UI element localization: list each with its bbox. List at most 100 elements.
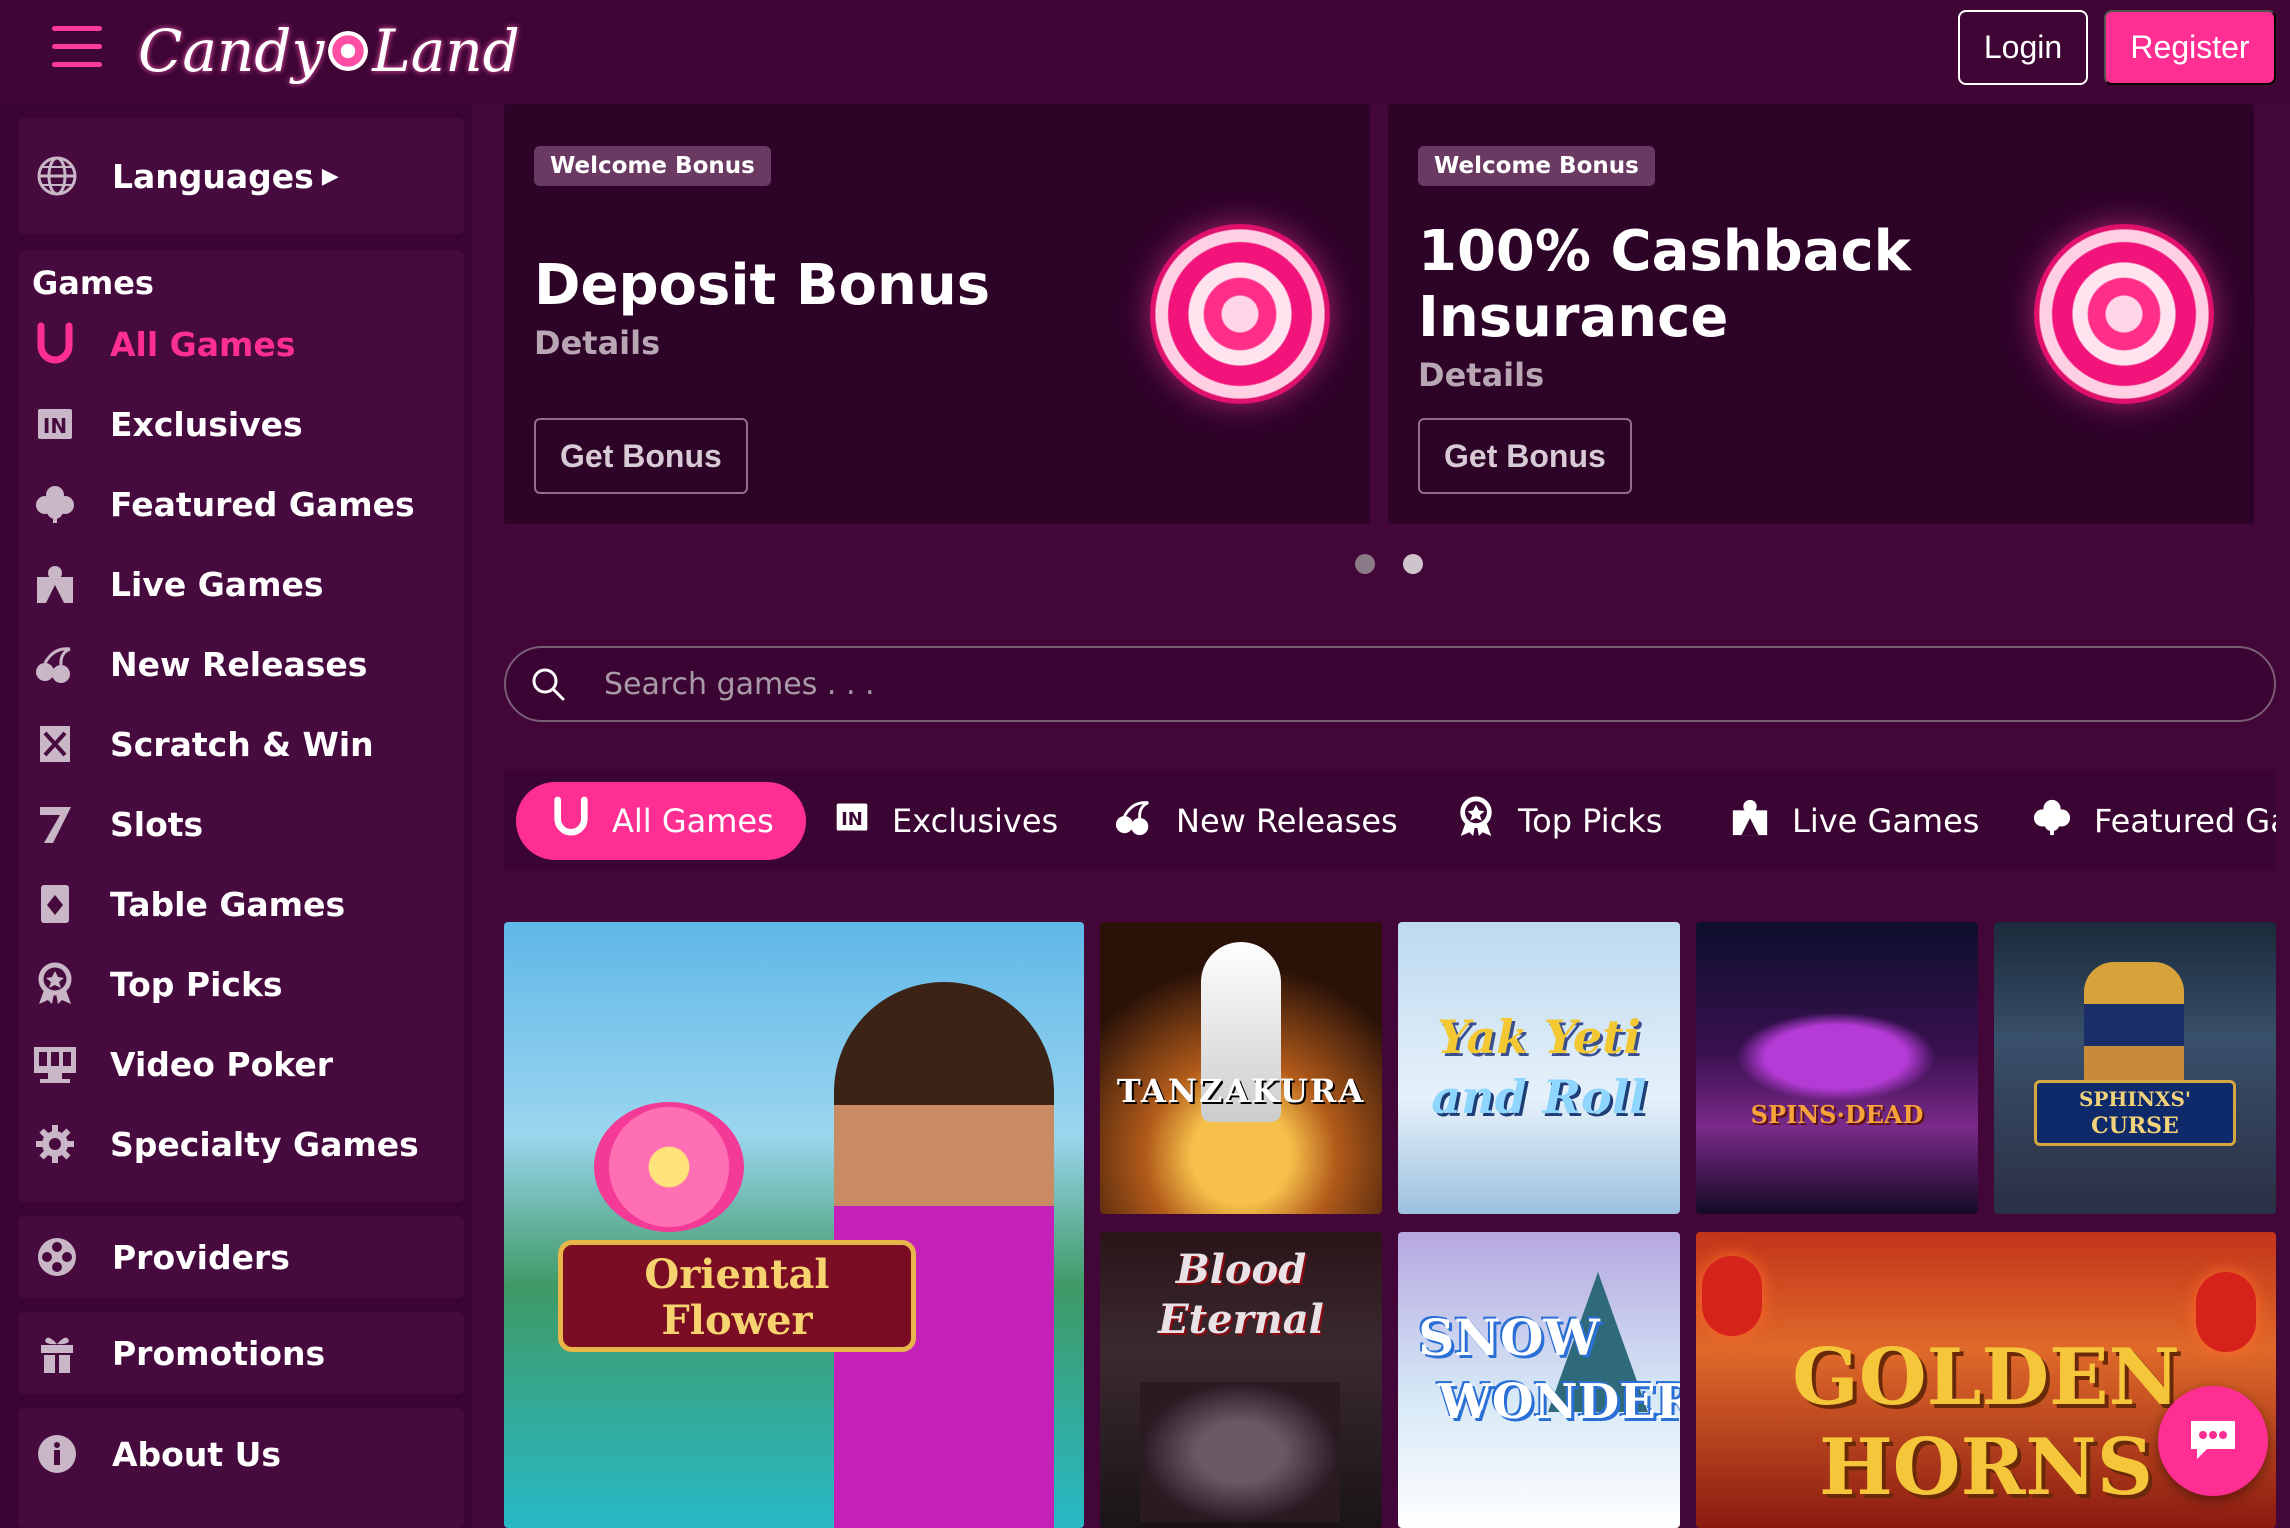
tab-exclusives[interactable]: IN Exclusives (834, 782, 1058, 860)
sidebar-item-label: Specialty Games (110, 1124, 419, 1164)
lantern-art (1702, 1256, 1762, 1336)
login-button[interactable]: Login (1958, 10, 2088, 85)
sidebar-item-slots[interactable]: Slots (32, 794, 203, 854)
languages-label: Languages (112, 156, 314, 196)
candyland-logo[interactable]: Candy Land (138, 8, 520, 94)
search-bar (504, 646, 2276, 722)
game-title-plate: SPHINXS' CURSE (2034, 1080, 2236, 1146)
logo-text-left: Candy (138, 17, 325, 85)
sidebar-item-label: Video Poker (110, 1044, 334, 1084)
game-tile-yak-yeti-roll[interactable]: Yak Yeti and Roll (1398, 922, 1680, 1214)
video-poker-icon (32, 1041, 78, 1087)
providers-box: Providers (18, 1216, 464, 1298)
game-title-line2: WONDER (1438, 1374, 1680, 1430)
sidebar-item-label: Featured Games (110, 484, 415, 524)
promo-details-link[interactable]: Details (534, 324, 660, 362)
promo-details-link[interactable]: Details (1418, 356, 1544, 394)
sidebar-item-providers[interactable]: Providers (34, 1227, 290, 1287)
search-input[interactable] (604, 666, 2204, 702)
tab-top-picks[interactable]: Top Picks (1456, 782, 1662, 860)
gift-icon (34, 1330, 80, 1376)
game-title-line1: Oriental (644, 1251, 830, 1298)
sidebar-item-label: Exclusives (110, 404, 303, 444)
sidebar-item-exclusives[interactable]: IN Exclusives (32, 394, 303, 454)
sidebar-item-about-us[interactable]: About Us (34, 1424, 281, 1484)
languages-selector[interactable]: Languages ▶ (34, 146, 339, 206)
clover-icon (32, 481, 78, 527)
game-tile-sphinxs-curse[interactable]: SPHINXS' CURSE (1994, 922, 2276, 1214)
cherries-icon (1114, 797, 1154, 846)
about-label: About Us (112, 1434, 282, 1474)
promotions-box: Promotions (18, 1312, 464, 1394)
tab-label: Top Picks (1518, 802, 1663, 840)
horseshoe-icon (552, 796, 590, 847)
languages-box: Languages ▶ (18, 118, 464, 234)
hamburger-menu-icon[interactable] (52, 26, 102, 67)
sidebar-item-new-releases[interactable]: New Releases (32, 634, 367, 694)
sidebar-item-live-games[interactable]: Live Games (32, 554, 324, 614)
providers-label: Providers (112, 1237, 290, 1277)
live-dealer-icon (1730, 797, 1770, 846)
gear-icon (32, 1121, 78, 1167)
get-bonus-button[interactable]: Get Bonus (1418, 418, 1632, 494)
clover-icon (2032, 797, 2072, 846)
games-heading: Games (32, 264, 154, 302)
sidebar-item-scratch-win[interactable]: Scratch & Win (32, 714, 374, 774)
game-title-line2: Flower (661, 1297, 813, 1344)
search-icon (528, 664, 568, 704)
register-button[interactable]: Register (2104, 10, 2276, 85)
sidebar-item-video-poker[interactable]: Video Poker (32, 1034, 333, 1094)
tab-featured-games[interactable]: Featured Ga (2032, 782, 2276, 860)
game-tile-spins-dead[interactable]: SPINS·DEAD (1696, 922, 1978, 1214)
game-title-plate: Oriental Flower (558, 1240, 916, 1352)
game-title: TANZAKURA (1116, 1072, 1366, 1110)
carousel-dot-1[interactable] (1355, 554, 1375, 574)
sidebar-item-all-games[interactable]: All Games (32, 314, 295, 374)
game-title-line2: CURSE (2091, 1113, 2179, 1139)
game-title-line1: SPHINXS' (2078, 1087, 2192, 1111)
award-icon (1456, 795, 1496, 848)
promo-title-line2: Insurance (1418, 285, 1729, 350)
sidebar-item-label: All Games (110, 324, 296, 364)
tab-label: New Releases (1176, 802, 1398, 840)
game-title-line1: Yak Yeti (1437, 1010, 1641, 1064)
carousel-dots (1355, 554, 1423, 574)
sidebar-item-specialty-games[interactable]: Specialty Games (32, 1114, 419, 1174)
seven-icon (32, 801, 78, 847)
welcome-bonus-badge: Welcome Bonus (534, 146, 771, 186)
sidebar-item-label: Live Games (110, 564, 324, 604)
playing-card-icon (32, 881, 78, 927)
about-box: About Us (18, 1408, 464, 1528)
game-title: SPINS·DEAD (1750, 1100, 1924, 1129)
game-title-line1: Blood (1175, 1246, 1307, 1293)
sidebar: Languages ▶ Games All Games IN Exclusive… (0, 104, 472, 1528)
get-bonus-button[interactable]: Get Bonus (534, 418, 748, 494)
tab-all-games[interactable]: All Games (516, 782, 806, 860)
tab-label: Featured Ga (2094, 802, 2276, 840)
sidebar-item-promotions[interactable]: Promotions (34, 1323, 325, 1383)
welcome-bonus-badge: Welcome Bonus (1418, 146, 1655, 186)
sidebar-item-table-games[interactable]: Table Games (32, 874, 345, 934)
exclusive-icon: IN (32, 401, 78, 447)
game-tile-tanzakura[interactable]: TANZAKURA (1100, 922, 1382, 1214)
sidebar-item-top-picks[interactable]: Top Picks (32, 954, 283, 1014)
lotus-flower-art (594, 1102, 744, 1232)
game-tile-blood-eternal[interactable]: Blood Eternal (1100, 1232, 1382, 1528)
info-icon (34, 1431, 80, 1477)
live-dealer-icon (32, 561, 78, 607)
sidebar-item-label: New Releases (110, 644, 368, 684)
candy-swirl-icon (2034, 224, 2214, 404)
candy-swirl-icon (1150, 224, 1330, 404)
promo-card-cashback: Welcome Bonus 100% Cashback Insurance De… (1388, 104, 2254, 524)
carousel-dot-2[interactable] (1403, 554, 1423, 574)
tab-live-games[interactable]: Live Games (1730, 782, 1979, 860)
tab-new-releases[interactable]: New Releases (1114, 782, 1398, 860)
game-title-line2: Eternal (1158, 1296, 1324, 1343)
sidebar-item-label: Top Picks (110, 964, 283, 1004)
sidebar-item-label: Scratch & Win (110, 724, 374, 764)
game-tile-oriental-flower[interactable]: Oriental Flower (504, 922, 1084, 1528)
sidebar-item-featured-games[interactable]: Featured Games (32, 474, 415, 534)
caret-right-icon: ▶ (321, 163, 339, 189)
live-chat-button[interactable] (2158, 1386, 2268, 1496)
game-tile-snow-wonder[interactable]: SNOW WONDER (1398, 1232, 1680, 1528)
